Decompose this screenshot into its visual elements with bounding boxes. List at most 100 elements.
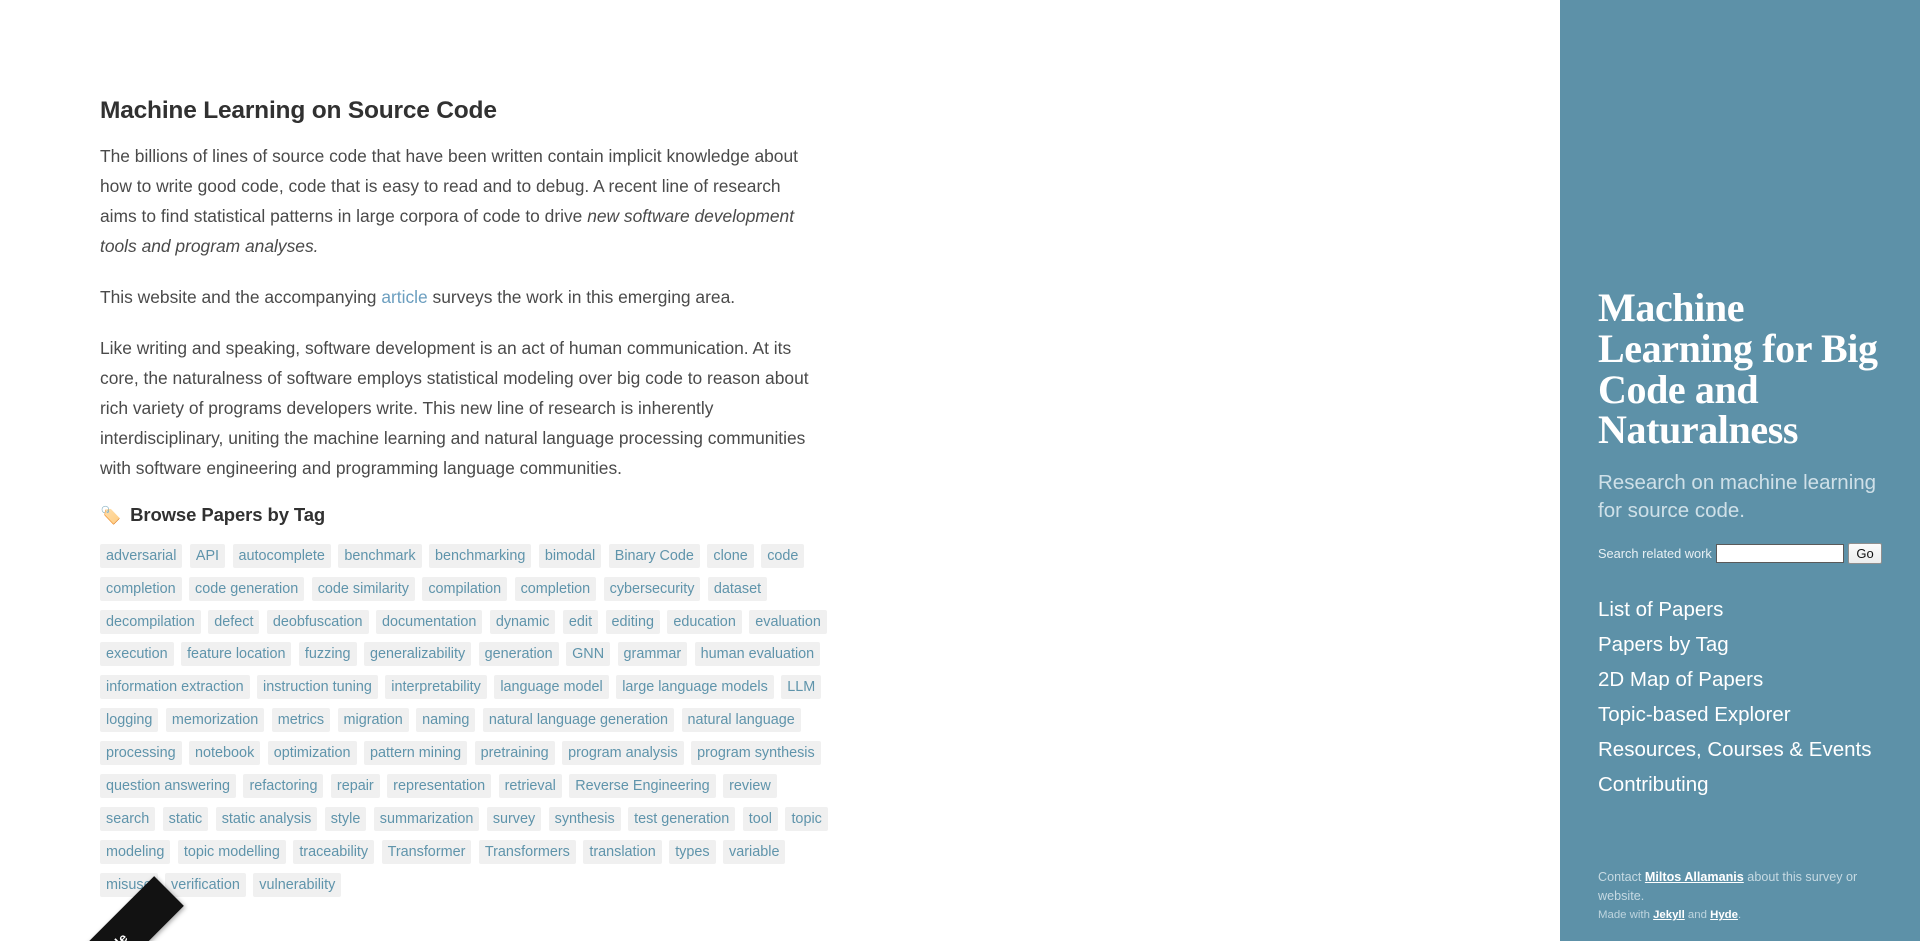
tag-pill[interactable]: benchmark (338, 543, 422, 568)
tag-pill[interactable]: execution (100, 642, 174, 667)
tag-pill[interactable]: natural language generation (482, 708, 675, 733)
tag-pill[interactable]: language model (494, 675, 609, 700)
tag-pill[interactable]: notebook (189, 741, 261, 766)
tag-pill[interactable]: dataset (707, 576, 768, 601)
footer-contact-prefix: Contact (1598, 870, 1645, 884)
jekyll-link[interactable]: Jekyll (1653, 909, 1685, 921)
footer-contact-link[interactable]: Miltos Allamanis (1645, 870, 1744, 884)
hyde-link[interactable]: Hyde (1710, 909, 1738, 921)
tag-pill[interactable]: logging (100, 708, 159, 733)
tag-pill[interactable]: evaluation (749, 609, 827, 634)
tag-pill[interactable]: repair (330, 774, 380, 799)
tag-pill[interactable]: migration (337, 708, 409, 733)
nav-papers-by-tag[interactable]: Papers by Tag (1598, 627, 1882, 662)
tag-pill[interactable]: API (189, 543, 226, 568)
tag-pill[interactable]: benchmarking (429, 543, 532, 568)
tag-pill[interactable]: education (667, 609, 742, 634)
tag-pill[interactable]: documentation (375, 609, 483, 634)
tag-pill[interactable]: generation (478, 642, 559, 667)
nav-topic-based-explorer[interactable]: Topic-based Explorer (1598, 697, 1882, 732)
intro-paragraph-2-suffix: surveys the work in this emerging area. (427, 286, 736, 307)
tag-pill[interactable]: defect (208, 609, 260, 634)
intro-paragraph-2: This website and the accompanying articl… (100, 282, 830, 312)
tag-pill[interactable]: search (100, 807, 156, 832)
tag-pill[interactable]: generalizability (363, 642, 472, 667)
tag-pill[interactable]: representation (387, 774, 492, 799)
tag-pill[interactable]: traceability (293, 840, 375, 865)
tag-pill[interactable]: Transformers (478, 840, 576, 865)
tag-pill[interactable]: autocomplete (232, 543, 331, 568)
tag-pill[interactable]: pattern mining (363, 741, 468, 766)
search-go-button[interactable]: Go (1848, 542, 1882, 564)
tag-pill[interactable]: question answering (100, 774, 236, 799)
tag-pill[interactable]: interpretability (385, 675, 487, 700)
tag-pill[interactable]: decompilation (100, 609, 201, 634)
tag-pill[interactable]: large language models (616, 675, 774, 700)
tag-pill[interactable]: types (669, 840, 716, 865)
tag-pill[interactable]: clone (707, 543, 754, 568)
tag-pill[interactable]: program synthesis (691, 741, 821, 766)
nav-resources-courses-events[interactable]: Resources, Courses & Events (1598, 732, 1882, 767)
tag-pill[interactable]: code generation (189, 576, 305, 601)
sidebar-about: Machine Learning for Big Code and Natura… (1598, 287, 1882, 802)
page-root: Machine Learning on Source Code The bill… (0, 0, 1920, 941)
tag-pill[interactable]: tool (742, 807, 778, 832)
tag-pill[interactable]: retrieval (498, 774, 562, 799)
tag-pill[interactable]: GNN (566, 642, 611, 667)
tag-pill[interactable]: LLM (781, 675, 822, 700)
tag-pill[interactable]: cybersecurity (603, 576, 701, 601)
tag-pill[interactable]: Binary Code (608, 543, 700, 568)
sidebar: Machine Learning for Big Code and Natura… (1560, 0, 1920, 941)
tag-pill[interactable]: memorization (165, 708, 265, 733)
nav-list-of-papers[interactable]: List of Papers (1598, 592, 1882, 627)
tag-pill[interactable]: synthesis (548, 807, 621, 832)
sidebar-nav: List of Papers Papers by Tag 2D Map of Pap… (1598, 592, 1882, 802)
tag-pill[interactable]: Transformer (381, 840, 472, 865)
tag-pill[interactable]: edit (562, 609, 599, 634)
intro-paragraph-3: Like writing and speaking, software deve… (100, 337, 809, 478)
tag-pill[interactable]: translation (583, 840, 662, 865)
tag-pill[interactable]: adversarial (100, 543, 183, 568)
main-content: Machine Learning on Source Code The bill… (0, 0, 1560, 941)
tag-pill[interactable]: review (723, 774, 777, 799)
tag-pill[interactable]: style (324, 807, 367, 832)
tag-pill[interactable]: static (162, 807, 209, 832)
nav-contributing[interactable]: Contributing (1598, 767, 1882, 802)
tag-pill[interactable]: topic modelling (177, 840, 286, 865)
tag-pill[interactable]: code similarity (311, 576, 415, 601)
footer-contact-line: Contact Miltos Allamanis about this surv… (1598, 868, 1882, 906)
search-input[interactable] (1715, 543, 1844, 563)
tag-pill[interactable]: completion (514, 576, 597, 601)
tag-pill[interactable]: editing (605, 609, 660, 634)
article-link[interactable]: article (381, 287, 427, 307)
tag-pill[interactable]: human evaluation (694, 642, 821, 667)
search-form[interactable]: Search related work Go (1598, 542, 1882, 564)
tag-pill[interactable]: vulnerability (253, 873, 342, 898)
sidebar-footer: Contact Miltos Allamanis about this surv… (1598, 868, 1882, 925)
tag-pill[interactable]: deobfuscation (266, 609, 369, 634)
tag-pill[interactable]: static analysis (215, 807, 318, 832)
tag-pill[interactable]: pretraining (474, 741, 555, 766)
tag-pill[interactable]: bimodal (538, 543, 602, 568)
tag-pill[interactable]: summarization (373, 807, 480, 832)
tag-pill[interactable]: dynamic (489, 609, 556, 634)
tag-pill[interactable]: grammar (617, 642, 688, 667)
tag-pill[interactable]: instruction tuning (257, 675, 378, 700)
tag-pill[interactable]: program analysis (562, 741, 684, 766)
tag-pill[interactable]: optimization (267, 741, 357, 766)
page-title: Machine Learning on Source Code (100, 97, 497, 124)
nav-2d-map-of-papers[interactable]: 2D Map of Papers (1598, 662, 1882, 697)
tag-pill[interactable]: test generation (628, 807, 736, 832)
tag-pill[interactable]: information extraction (100, 675, 250, 700)
tag-pill[interactable]: naming (416, 708, 476, 733)
tag-pill[interactable]: compilation (422, 576, 508, 601)
tag-pill[interactable]: feature location (181, 642, 292, 667)
tag-pill[interactable]: survey (486, 807, 542, 832)
site-tagline: Research on machine learning for source … (1598, 471, 1877, 522)
tag-pill[interactable]: Reverse Engineering (569, 774, 716, 799)
tag-pill[interactable]: refactoring (243, 774, 324, 799)
browse-papers-by-tag-label: Browse Papers by Tag (130, 503, 326, 525)
tag-pill[interactable]: metrics (271, 708, 331, 733)
tag-pill[interactable]: verification (165, 873, 246, 898)
tag-pill[interactable]: fuzzing (298, 642, 357, 667)
